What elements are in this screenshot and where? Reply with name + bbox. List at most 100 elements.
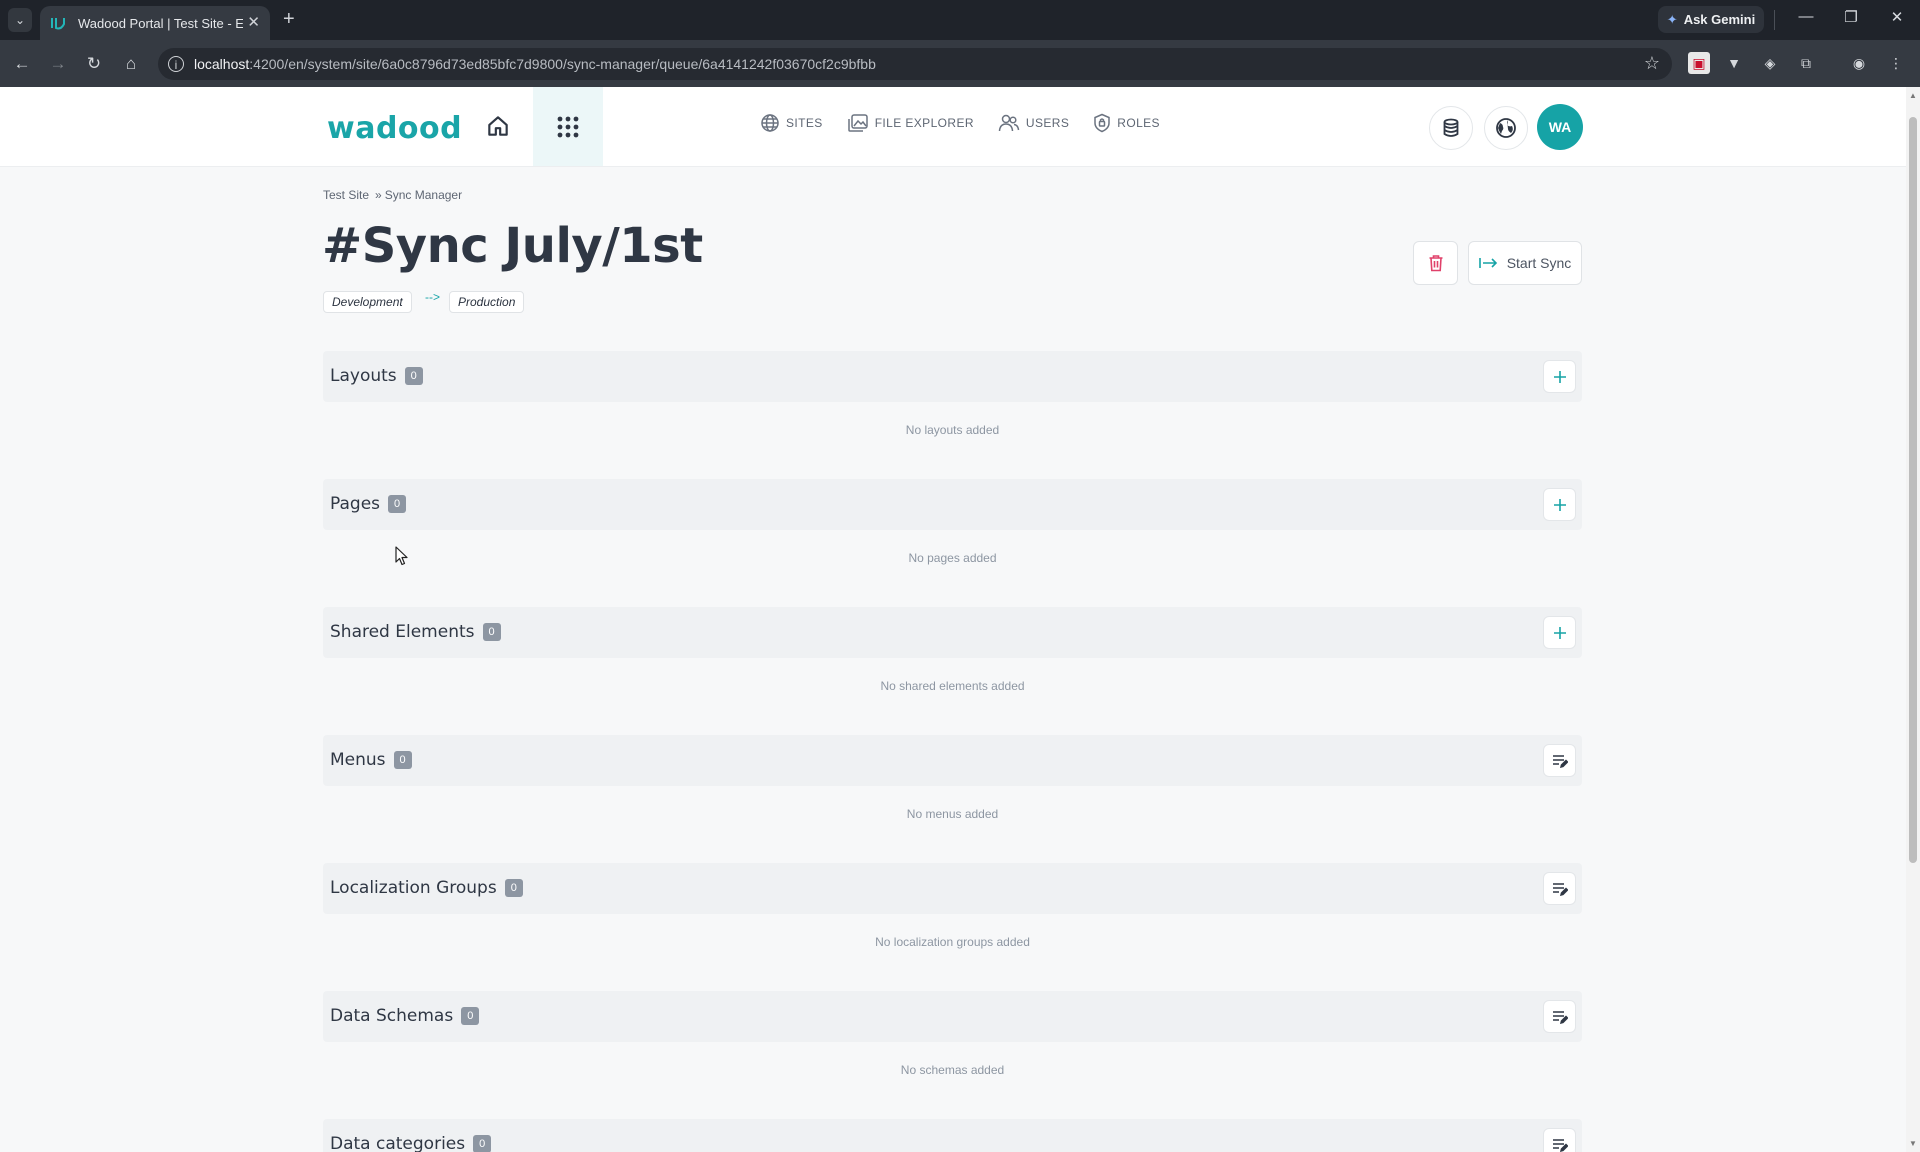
user-avatar[interactable]: WA [1537,104,1583,150]
delete-sync-button[interactable] [1413,241,1458,285]
empty-message: No schemas added [900,1063,1005,1077]
extension-red-icon[interactable]: ▣ [1688,52,1710,74]
list-edit-icon [1552,754,1568,768]
section-title: Menus [330,750,386,770]
scrollbar-thumb[interactable] [1909,117,1917,863]
nav-roles[interactable]: ROLES [1093,113,1160,133]
grid-dots-icon [557,116,579,137]
site-info-icon[interactable]: i [168,56,184,72]
browser-home-icon[interactable]: ⌂ [119,52,143,76]
url-omnibox[interactable]: i localhost:4200/en/system/site/6a0c8796… [158,48,1672,80]
plus-icon [1553,626,1566,639]
extension-tag-icon[interactable]: ◈ [1759,52,1781,74]
users-icon [998,114,1020,132]
extensions-puzzle-icon[interactable]: ⧉ [1795,52,1817,74]
database-icon [1443,118,1459,137]
env-arrow: --> [425,290,440,304]
section-pages: Pages 0 No pages added [323,479,1582,587]
start-sync-label: Start Sync [1506,255,1572,271]
count-badge: 0 [393,751,412,769]
nav-file-explorer[interactable]: FILE EXPLORER [847,113,974,133]
wadood-logo[interactable]: wadood [327,111,462,146]
count-badge: 0 [388,495,407,513]
shield-icon [1094,113,1111,133]
tab-list-chevron-icon[interactable]: ⌄ [8,8,32,32]
nav-users-label: USERS [1025,116,1070,130]
section-header: Pages 0 [323,479,1582,530]
gemini-sparkle-icon: ✦ [1666,11,1678,27]
plus-icon [1553,370,1566,383]
count-badge: 0 [473,1135,492,1152]
source-env-tag: Development [323,291,412,313]
url-path: :4200/en/system/site/6a0c8796d73ed85bfc7… [249,56,876,72]
empty-message: No pages added [908,551,997,565]
section-menus: Menus 0 No menus added [323,735,1582,843]
browser-tab[interactable]: Wadood Portal | Test Site - Edit ✕ [40,6,270,40]
add-page-button[interactable] [1543,488,1576,521]
apps-grid-button[interactable] [533,87,603,166]
start-sync-button[interactable]: Start Sync [1468,241,1582,285]
section-title: Data Schemas [330,1006,454,1026]
new-tab-plus-icon[interactable]: + [283,9,295,29]
earth-icon [1496,118,1516,138]
profile-icon[interactable]: ◉ [1848,52,1870,74]
extension-v-icon[interactable]: ▼ [1723,52,1745,74]
tab-close-icon[interactable]: ✕ [247,13,260,31]
language-button[interactable] [1484,106,1528,150]
page-scrollbar[interactable]: ▲ ▼ [1906,87,1920,1152]
forward-arrow-icon[interactable]: → [46,52,70,76]
scroll-down-arrow-icon[interactable]: ▼ [1909,1139,1917,1148]
edit-localization-groups-button[interactable] [1543,872,1576,905]
breadcrumb: Test Site » Sync Manager [323,188,462,202]
reload-icon[interactable]: ↻ [82,52,106,76]
nav-sites[interactable]: SITES [760,113,823,133]
list-edit-icon [1552,882,1568,896]
home-icon [488,116,508,136]
url-host: localhost [194,56,250,72]
window-close-icon[interactable]: ✕ [1882,8,1912,26]
bookmark-star-icon[interactable]: ☆ [1644,53,1660,74]
home-button[interactable] [485,113,511,139]
count-badge: 0 [461,1007,480,1025]
main-nav: SITES FILE EXPLORER USERS ROLES [760,113,1160,133]
add-layout-button[interactable] [1543,360,1576,393]
section-shared-elements: Shared Elements 0 No shared elements adde… [323,607,1582,715]
database-button[interactable] [1429,106,1473,150]
page-title: #Sync July/1st [322,218,703,274]
arrow-right-to-bracket-icon [1478,258,1497,268]
count-badge: 0 [482,623,501,641]
edit-data-categories-button[interactable] [1543,1128,1576,1152]
section-header: Localization Groups 0 [323,863,1582,914]
restore-icon[interactable]: ❐ [1836,8,1866,26]
ask-gemini-button[interactable]: ✦ Ask Gemini [1658,6,1764,33]
ask-gemini-label: Ask Gemini [1683,12,1756,27]
wadood-favicon-icon [51,18,65,30]
section-header: Data categories 0 [323,1119,1582,1152]
breadcrumb-current: Sync Manager [384,188,463,202]
section-title: Pages [330,494,381,514]
edit-data-schemas-button[interactable] [1543,1000,1576,1033]
section-header: Menus 0 [323,735,1582,786]
target-env-tag: Production [449,291,525,313]
browser-menu-icon[interactable]: ⋮ [1885,52,1907,74]
empty-message: No localization groups added [875,935,1030,949]
nav-users[interactable]: USERS [998,113,1069,133]
trash-icon [1429,255,1442,272]
section-layouts: Layouts 0 No layouts added [323,351,1582,459]
nav-roles-label: ROLES [1117,116,1160,130]
section-header: Layouts 0 [323,351,1582,402]
url-text[interactable]: localhost:4200/en/system/site/6a0c8796d7… [194,56,876,72]
count-badge: 0 [504,879,523,897]
section-title: Data categories [330,1134,466,1152]
images-icon [847,114,868,132]
back-arrow-icon[interactable]: ← [10,52,34,76]
edit-menus-button[interactable] [1543,744,1576,777]
nav-sites-label: SITES [786,116,823,130]
breadcrumb-site[interactable]: Test Site [323,188,369,202]
globe-icon [761,114,779,132]
minimize-icon[interactable]: — [1791,8,1821,25]
scroll-up-arrow-icon[interactable]: ▲ [1909,91,1917,100]
add-shared-element-button[interactable] [1543,616,1576,649]
section-data-categories: Data categories 0 [323,1119,1582,1152]
toolbar-divider [1774,10,1775,30]
